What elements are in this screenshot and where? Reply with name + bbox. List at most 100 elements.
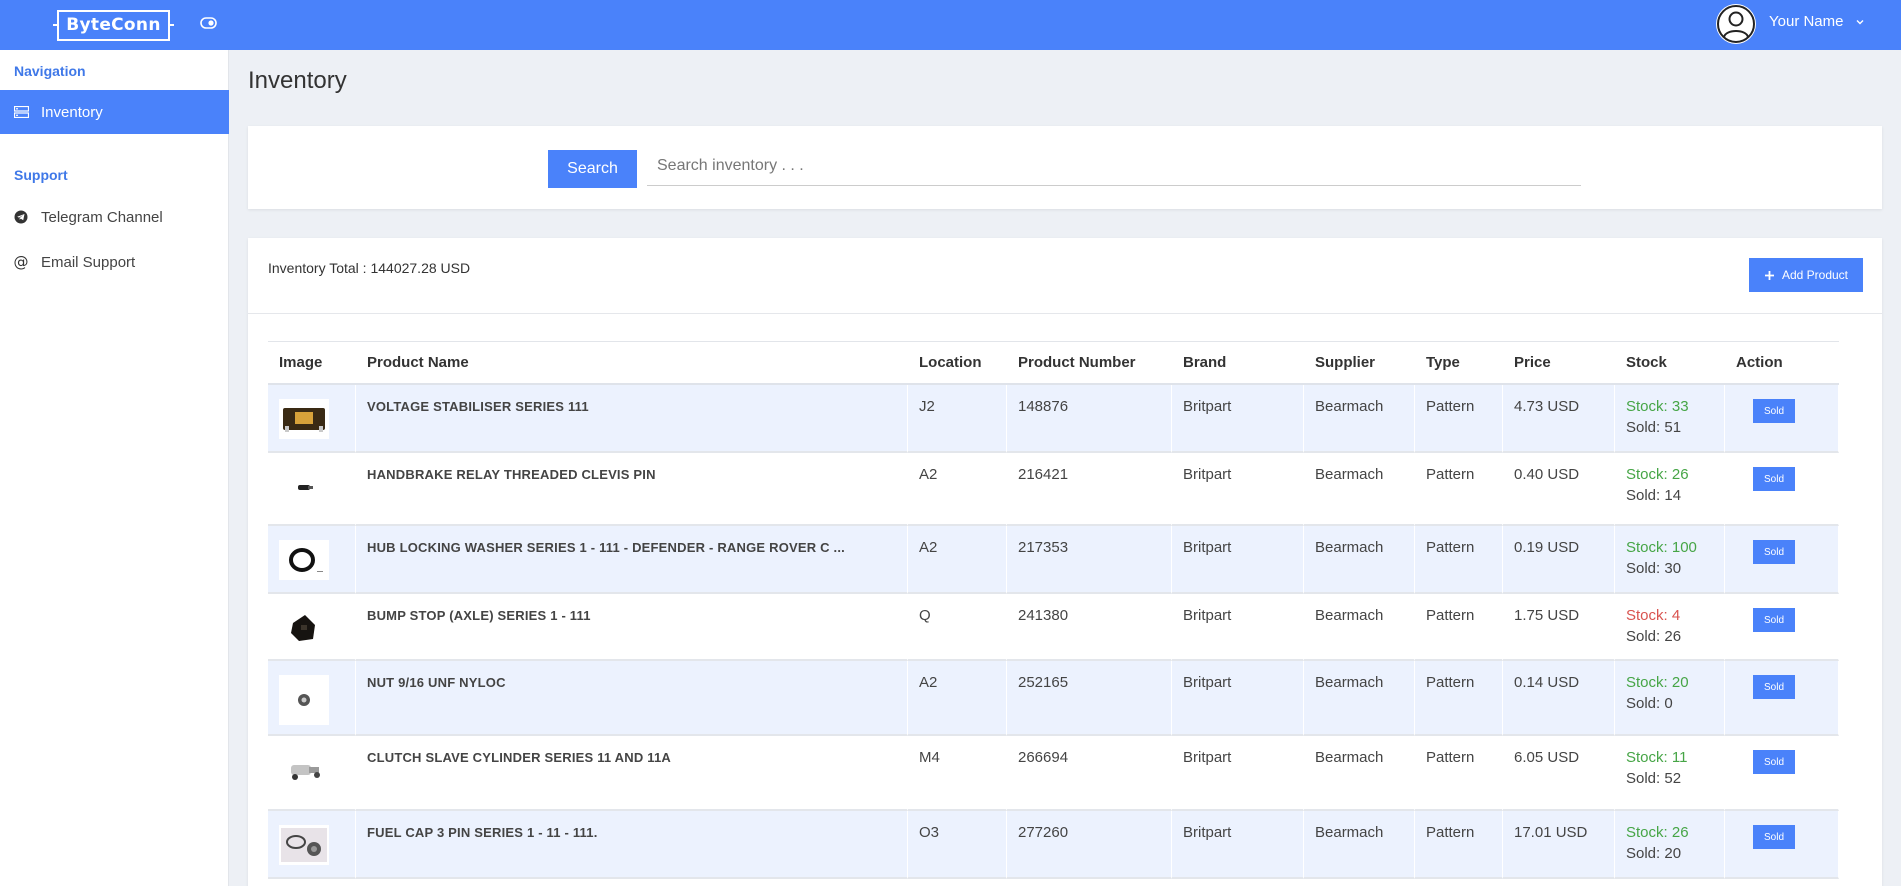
sold-count: Sold: 0 bbox=[1626, 695, 1673, 712]
column-header[interactable]: Product Number bbox=[1007, 341, 1172, 385]
chevron-down-icon[interactable] bbox=[1855, 17, 1865, 27]
toggle-icon[interactable] bbox=[200, 17, 217, 29]
brand: Britpart bbox=[1172, 811, 1304, 879]
inventory-card: Inventory Total : 144027.28 USD Add Prod… bbox=[248, 238, 1882, 886]
product-image[interactable] bbox=[279, 825, 329, 865]
search-input[interactable] bbox=[647, 146, 1581, 186]
column-header[interactable]: Stock bbox=[1615, 341, 1725, 385]
type: Pattern bbox=[1415, 385, 1503, 453]
sold-button[interactable]: Sold bbox=[1753, 540, 1795, 564]
price: 1.75 USD bbox=[1503, 594, 1615, 661]
column-header[interactable]: Image bbox=[268, 341, 356, 385]
price: 0.40 USD bbox=[1503, 453, 1615, 526]
stock-count: Stock: 26 bbox=[1626, 466, 1689, 483]
user-name[interactable]: Your Name bbox=[1769, 13, 1844, 30]
stock-count: Stock: 33 bbox=[1626, 398, 1689, 415]
location: M4 bbox=[908, 736, 1007, 811]
sold-count: Sold: 51 bbox=[1626, 419, 1682, 436]
sold-button[interactable]: Sold bbox=[1753, 825, 1795, 849]
supplier: Bearmach bbox=[1304, 526, 1415, 594]
brand: Britpart bbox=[1172, 594, 1304, 661]
sold-count: Sold: 20 bbox=[1626, 845, 1682, 862]
brand: Britpart bbox=[1172, 661, 1304, 736]
sidebar-item-inventory[interactable]: Inventory bbox=[0, 90, 229, 134]
price: 17.01 USD bbox=[1503, 811, 1615, 879]
type: Pattern bbox=[1415, 811, 1503, 879]
sidebar-item-telegram[interactable]: Telegram Channel bbox=[0, 195, 229, 239]
column-header[interactable]: Supplier bbox=[1304, 341, 1415, 385]
column-header[interactable]: Location bbox=[908, 341, 1007, 385]
plus-icon bbox=[1764, 270, 1774, 280]
table-row[interactable]: BUMP STOP (AXLE) SERIES 1 - 111 Q 241380… bbox=[268, 594, 1839, 661]
sold-button[interactable]: Sold bbox=[1753, 467, 1795, 491]
stock-count: Stock: 100 bbox=[1626, 539, 1697, 556]
column-header[interactable]: Price bbox=[1503, 341, 1615, 385]
type: Pattern bbox=[1415, 661, 1503, 736]
product-number: 277260 bbox=[1007, 811, 1172, 879]
type: Pattern bbox=[1415, 453, 1503, 526]
location: Q bbox=[908, 594, 1007, 661]
column-header[interactable]: Brand bbox=[1172, 341, 1304, 385]
at-icon: @ bbox=[13, 253, 29, 271]
column-header[interactable]: Product Name bbox=[356, 341, 908, 385]
inventory-table: Image Product Name Location Product Numb… bbox=[268, 341, 1839, 879]
type: Pattern bbox=[1415, 736, 1503, 811]
product-number: 252165 bbox=[1007, 661, 1172, 736]
sidebar-item-email-support[interactable]: @ Email Support bbox=[0, 240, 229, 284]
brand: Britpart bbox=[1172, 526, 1304, 594]
divider bbox=[248, 313, 1882, 314]
brand: Britpart bbox=[1172, 736, 1304, 811]
stock-cell: Stock: 100 Sold: 30 bbox=[1615, 526, 1725, 594]
stock-count: Stock: 4 bbox=[1626, 607, 1681, 624]
price: 6.05 USD bbox=[1503, 736, 1615, 811]
sold-count: Sold: 26 bbox=[1626, 628, 1682, 645]
product-image[interactable] bbox=[279, 399, 329, 439]
product-image[interactable] bbox=[279, 750, 329, 790]
location: A2 bbox=[908, 661, 1007, 736]
sidebar-item-label: Telegram Channel bbox=[41, 208, 163, 226]
product-image[interactable] bbox=[279, 608, 329, 648]
add-product-button[interactable]: Add Product bbox=[1749, 258, 1863, 292]
sold-button[interactable]: Sold bbox=[1753, 675, 1795, 699]
location: J2 bbox=[908, 385, 1007, 453]
sold-button[interactable]: Sold bbox=[1753, 399, 1795, 423]
logo[interactable]: ByteConn bbox=[53, 10, 174, 41]
table-row[interactable]: CLUTCH SLAVE CYLINDER SERIES 11 AND 11A … bbox=[268, 736, 1839, 811]
stock-count: Stock: 11 bbox=[1626, 749, 1688, 766]
stock-count: Stock: 20 bbox=[1626, 674, 1689, 691]
product-image[interactable] bbox=[279, 675, 329, 725]
product-name: VOLTAGE STABILISER SERIES 111 bbox=[356, 385, 908, 453]
sold-count: Sold: 30 bbox=[1626, 560, 1682, 577]
stock-cell: Stock: 26 Sold: 14 bbox=[1615, 453, 1725, 526]
sold-button[interactable]: Sold bbox=[1753, 608, 1795, 632]
type: Pattern bbox=[1415, 526, 1503, 594]
product-name: HUB LOCKING WASHER SERIES 1 - 111 - DEFE… bbox=[356, 526, 908, 594]
table-row[interactable]: VOLTAGE STABILISER SERIES 111 J2 148876 … bbox=[268, 385, 1839, 453]
product-name: HANDBRAKE RELAY THREADED CLEVIS PIN bbox=[356, 453, 908, 526]
stock-cell: Stock: 4 Sold: 26 bbox=[1615, 594, 1725, 661]
sidebar-item-label: Inventory bbox=[41, 103, 103, 121]
column-header[interactable]: Type bbox=[1415, 341, 1503, 385]
product-number: 217353 bbox=[1007, 526, 1172, 594]
product-image[interactable] bbox=[279, 540, 329, 580]
table-row[interactable]: NUT 9/16 UNF NYLOC A2 252165 Britpart Be… bbox=[268, 661, 1839, 736]
supplier: Bearmach bbox=[1304, 385, 1415, 453]
avatar[interactable] bbox=[1716, 4, 1756, 44]
top-bar: ByteConn Your Name bbox=[0, 0, 1901, 50]
table-row[interactable]: HANDBRAKE RELAY THREADED CLEVIS PIN A2 2… bbox=[268, 453, 1839, 526]
sold-button[interactable]: Sold bbox=[1753, 750, 1795, 774]
product-name: NUT 9/16 UNF NYLOC bbox=[356, 661, 908, 736]
table-header-row: Image Product Name Location Product Numb… bbox=[268, 341, 1839, 385]
table-row[interactable]: FUEL CAP 3 PIN SERIES 1 - 11 - 111. O3 2… bbox=[268, 811, 1839, 879]
product-image[interactable] bbox=[279, 467, 329, 507]
sold-count: Sold: 52 bbox=[1626, 770, 1682, 787]
location: O3 bbox=[908, 811, 1007, 879]
search-button[interactable]: Search bbox=[548, 150, 637, 188]
supplier: Bearmach bbox=[1304, 594, 1415, 661]
support-heading: Support bbox=[14, 167, 68, 183]
product-number: 241380 bbox=[1007, 594, 1172, 661]
table-row[interactable]: HUB LOCKING WASHER SERIES 1 - 111 - DEFE… bbox=[268, 526, 1839, 594]
stock-cell: Stock: 26 Sold: 20 bbox=[1615, 811, 1725, 879]
column-header[interactable]: Action bbox=[1725, 341, 1839, 385]
stock-count: Stock: 26 bbox=[1626, 824, 1689, 841]
